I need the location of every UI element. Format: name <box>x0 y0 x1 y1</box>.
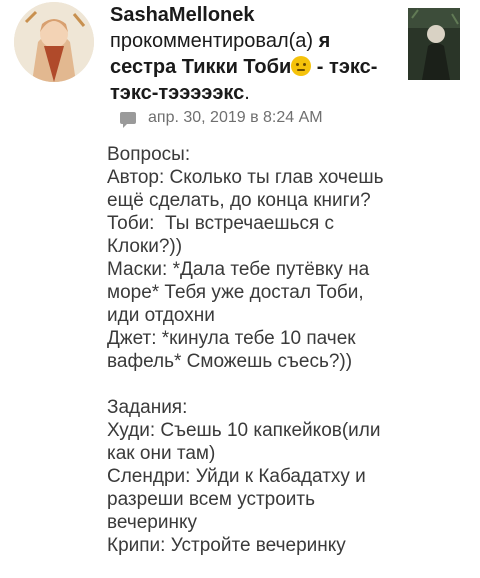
body-line: Клоки?)) <box>107 236 183 257</box>
body-line: как они там) <box>107 443 216 464</box>
thumbnail-image <box>408 8 460 80</box>
comment-meta: апр. 30, 2019 в 8:24 AM <box>120 109 323 128</box>
author-name[interactable]: SashaMellonek <box>110 2 400 28</box>
title-period: . <box>244 82 250 104</box>
body-line: Крипи: Устройте вечеринку <box>107 535 346 556</box>
comment-body: Вопросы: Автор: Сколько ты глав хочешь е… <box>107 143 479 557</box>
face-with-no-mouth-emoji-icon <box>291 56 312 76</box>
user-avatar[interactable] <box>14 2 94 82</box>
body-line: Тоби: Ты встречаешься с <box>107 213 335 234</box>
body-line: вечеринку <box>107 512 197 533</box>
body-line: ещё сделать, до конца книги? <box>107 190 371 211</box>
body-line: Джет: *кинула тебе 10 пачек <box>107 328 356 349</box>
body-line: Вопросы: <box>107 144 191 165</box>
body-line: Задания: <box>107 397 188 418</box>
body-line: Автор: Сколько ты глав хочешь <box>107 167 384 188</box>
body-line: Худи: Съешь 10 капкейков(или <box>107 420 381 441</box>
body-line: Слендри: Уйди к Кабадатху и <box>107 466 366 487</box>
body-line <box>107 373 479 396</box>
post-thumbnail[interactable] <box>408 8 460 80</box>
body-line: море* Тебя уже достал Тоби, <box>107 282 364 303</box>
body-line: вафель* Сможешь съесь?)) <box>107 351 353 372</box>
action-text: прокомментировал(а) <box>110 30 314 52</box>
body-line: Маски: *Дала тебе путёвку на <box>107 259 370 280</box>
comment-timestamp: апр. 30, 2019 в 8:24 AM <box>148 109 323 126</box>
comment-bubble-icon <box>120 112 136 128</box>
comment-header: SashaMellonek прокомментировал(а) я сест… <box>110 2 400 106</box>
body-line: разреши всем устроить <box>107 489 316 510</box>
body-line: иди отдохни <box>107 305 215 326</box>
avatar-image <box>14 2 94 82</box>
